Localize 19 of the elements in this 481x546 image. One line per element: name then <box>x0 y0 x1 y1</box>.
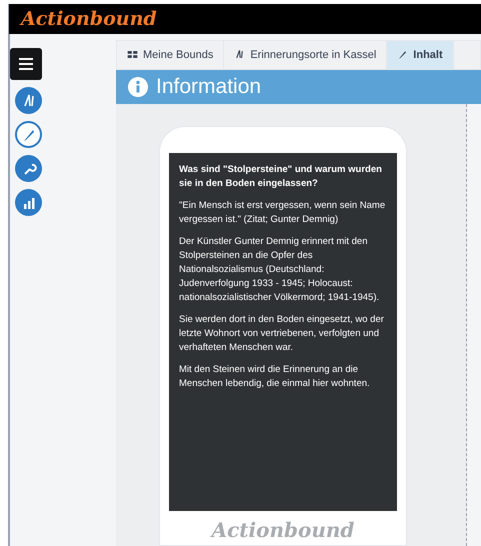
question-heading: Was sind "Stolpersteine" und warum wurden sie in den Boden eingelassen? <box>179 163 383 191</box>
info-paragraph: Mit den Steinen wird die Erinnerung an die Menschen lebendig, die einmal hier wohnten. <box>179 363 371 391</box>
info-paragraph: "Ein Mensch ist erst vergessen, wenn sein Name vergessen ist." (Zitat; Gunter Demnig) <box>179 199 386 227</box>
menu-icon <box>19 58 33 70</box>
menu-button[interactable] <box>10 48 42 80</box>
info-icon <box>128 76 148 97</box>
breadcrumb-link[interactable]: Inhalt <box>387 41 454 69</box>
phone-logo: Actionbound <box>212 517 354 544</box>
grid-icon <box>127 49 138 60</box>
feather-icon <box>397 49 408 60</box>
panel-title: Information <box>156 74 262 100</box>
script-a-icon <box>234 49 246 60</box>
sidebar-button[interactable] <box>15 189 42 216</box>
info-paragraph: Der Künstler Gunter Demnig erinnert mit den Stolpersteinen an die Opfer des Nationalsozialismus (Deutschland: Judenverfolgung 1933 - 1945; Holocaust: nationalsozialistischer Völkermord; 1941-1945). <box>179 235 380 305</box>
sidebar-button[interactable] <box>15 121 42 148</box>
sidebar-button[interactable] <box>15 87 42 114</box>
sidebar-button[interactable] <box>15 155 42 182</box>
info-paragraph: Sie werden dort in den Boden eingesetzt, wo der letzte Wohnort von vertriebenen, verfolgten und verhafteten Menschen war. <box>179 313 385 355</box>
breadcrumb-link[interactable]: Meine Bounds <box>117 41 224 69</box>
